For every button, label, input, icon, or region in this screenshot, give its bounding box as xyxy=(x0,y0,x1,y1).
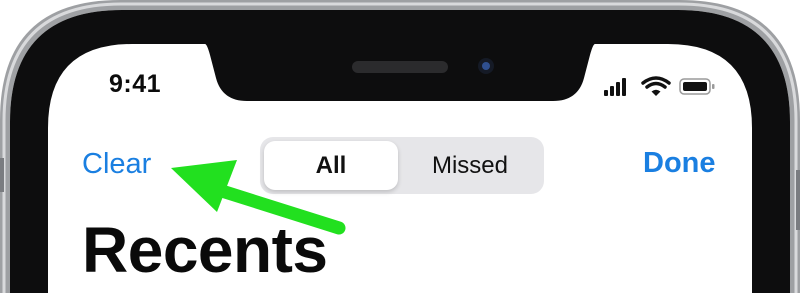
annotation-arrow-icon xyxy=(171,160,346,235)
iphone-screenshot: 9:41 Clear All Missed Done Recents xyxy=(0,0,800,293)
